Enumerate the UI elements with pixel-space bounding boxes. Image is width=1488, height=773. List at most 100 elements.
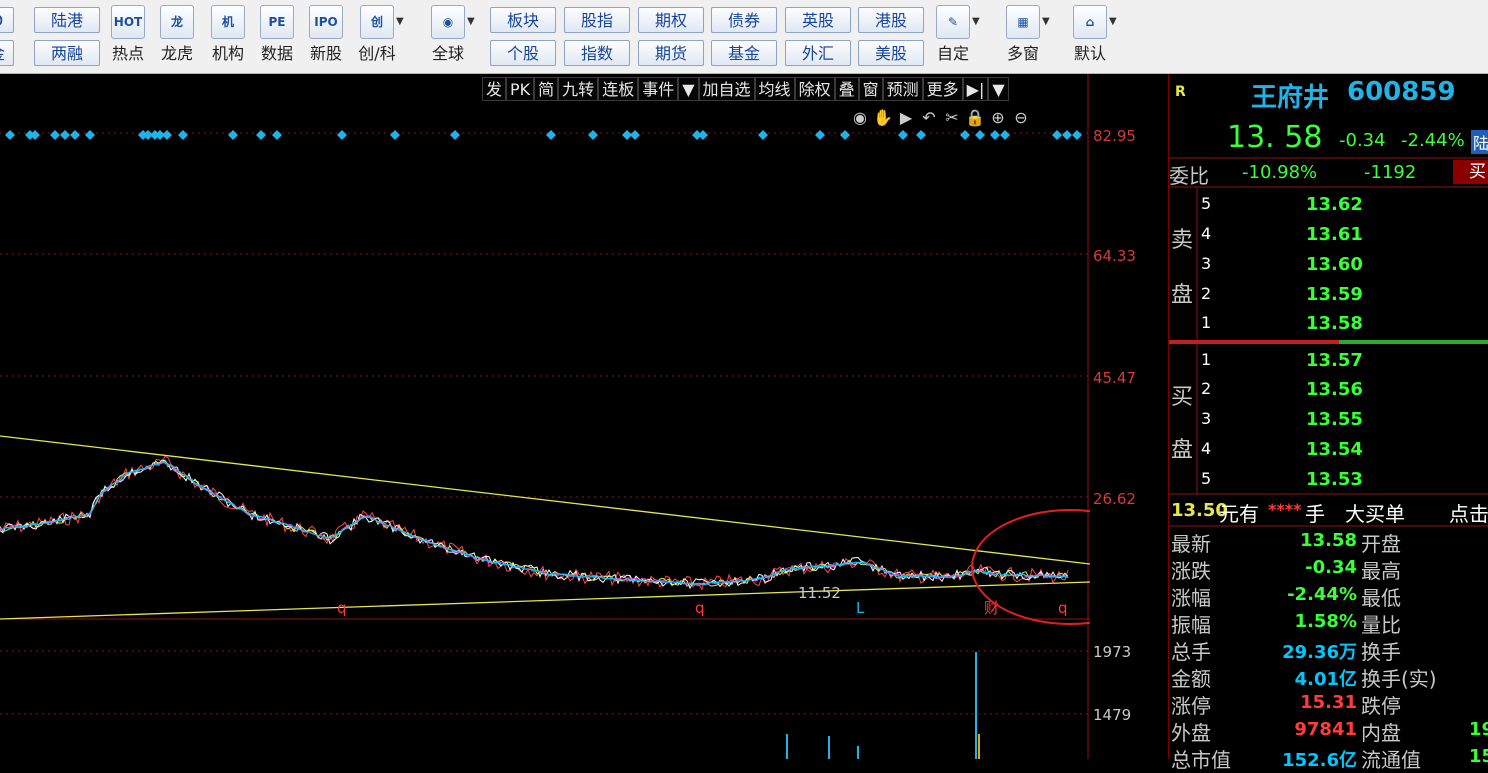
chart-marker-1[interactable]: q <box>695 599 705 617</box>
toolbar-btn2-5[interactable]: 基金 <box>711 40 777 66</box>
event-marker-icon[interactable] <box>272 130 282 140</box>
toolbar-btn-6[interactable]: 英股 <box>785 7 851 33</box>
chart-marker-2[interactable]: L <box>856 599 865 617</box>
chart-func-0[interactable]: 发 <box>482 77 507 101</box>
event-marker-icon[interactable] <box>898 130 908 140</box>
chart-func-4[interactable]: 连板 <box>598 77 639 101</box>
event-marker-icon[interactable] <box>960 130 970 140</box>
event-marker-icon[interactable] <box>546 130 556 140</box>
event-marker-icon[interactable] <box>5 130 15 140</box>
dropdown-caret-icon[interactable]: ▼ <box>1042 16 1050 27</box>
event-marker-icon[interactable] <box>178 130 188 140</box>
toolbar-btn2-3[interactable]: 指数 <box>564 40 630 66</box>
volume-bar[interactable] <box>857 746 859 759</box>
dropdown-caret-icon[interactable]: ▼ <box>972 16 980 27</box>
pe-data-button[interactable]: PE 数据 <box>254 0 300 70</box>
chart-func-9[interactable]: 除权 <box>794 77 835 101</box>
event-marker-icon[interactable] <box>758 130 768 140</box>
toolbar-btn-3[interactable]: 股指 <box>564 7 630 33</box>
toolbar-btn-2[interactable]: 板块 <box>490 7 556 33</box>
dropdown-caret-icon[interactable]: ▼ <box>467 16 475 27</box>
dragon-tiger-button[interactable]: 龙龙虎 <box>154 0 200 70</box>
event-marker-icon[interactable] <box>840 130 850 140</box>
lock-icon[interactable]: 🔒 <box>965 108 985 128</box>
toolbar-btn2-7[interactable]: 美股 <box>858 40 924 66</box>
chart-func-12[interactable]: 预测 <box>882 77 923 101</box>
hand-icon[interactable]: ✋ <box>873 108 893 128</box>
home-button[interactable]: ⌂ 默认 ▼ <box>1067 0 1117 70</box>
big-order-click[interactable]: 点击 <box>1449 498 1488 527</box>
toolbar-btn-5[interactable]: 债券 <box>711 7 777 33</box>
institution-button[interactable]: 机机构 <box>205 0 251 70</box>
chart-func-10[interactable]: 叠 <box>834 77 859 101</box>
globe-button[interactable]: ◉ 全球 ▼ <box>425 0 475 70</box>
dropdown-caret-icon[interactable]: ▼ <box>1109 16 1117 27</box>
event-marker-icon[interactable] <box>975 130 985 140</box>
chart-func-15[interactable]: ▼ <box>988 77 1009 101</box>
dropdown-caret-icon[interactable]: ▼ <box>396 16 404 27</box>
toolbar-btn-0[interactable]: D <box>0 7 14 33</box>
chart-func-14[interactable]: ▶| <box>962 77 989 101</box>
hot-button[interactable]: HOT 热点 <box>105 0 151 70</box>
trend-line-lower[interactable] <box>0 581 1091 620</box>
chart-marker-0[interactable]: q <box>337 599 347 617</box>
chart-func-5[interactable]: 事件 <box>638 77 679 101</box>
chart-marker-4[interactable]: q <box>1058 599 1068 617</box>
chart-func-8[interactable]: 均线 <box>754 77 795 101</box>
undo-icon[interactable]: ↶ <box>919 108 939 128</box>
event-marker-icon[interactable] <box>228 130 238 140</box>
event-marker-icon[interactable] <box>1062 130 1072 140</box>
ma10-line[interactable] <box>0 459 1069 587</box>
eye-icon[interactable]: ◉ <box>850 108 870 128</box>
event-marker-icon[interactable] <box>1000 130 1010 140</box>
chart-func-6[interactable]: ▼ <box>678 77 699 101</box>
ma60-line[interactable] <box>0 461 1069 586</box>
event-marker-icon[interactable] <box>1052 130 1062 140</box>
event-marker-icon[interactable] <box>990 130 1000 140</box>
toolbar-btn-4[interactable]: 期权 <box>638 7 704 33</box>
custom-button[interactable]: ✎ 自定 ▼ <box>930 0 980 70</box>
event-marker-icon[interactable] <box>337 130 347 140</box>
toolbar-btn2-6[interactable]: 外汇 <box>785 40 851 66</box>
event-marker-icon[interactable] <box>390 130 400 140</box>
chart-func-13[interactable]: 更多 <box>922 77 963 101</box>
kline-chart[interactable]: 11.52q q L 财 q <box>0 74 1169 762</box>
toolbar-btn2-0[interactable]: 金 <box>0 40 14 66</box>
multi-window-button[interactable]: ▦ 多窗 ▼ <box>1000 0 1050 70</box>
zoom-in-icon[interactable]: ⊕ <box>988 108 1008 128</box>
toolbar-btn2-1[interactable]: 两融 <box>34 40 100 66</box>
kline-chart-area[interactable]: 11.52 q q L 财 q <box>0 74 1169 762</box>
event-marker-icon[interactable] <box>85 130 95 140</box>
buy-tag[interactable]: 买 <box>1453 160 1488 184</box>
volume-bar[interactable] <box>978 734 980 759</box>
scissors-icon[interactable]: ✂ <box>942 108 962 128</box>
play-icon[interactable]: ▶ <box>896 108 916 128</box>
event-marker-icon[interactable] <box>50 130 60 140</box>
volume-bar[interactable] <box>975 652 977 759</box>
ma20-line[interactable] <box>0 460 1069 586</box>
event-marker-icon[interactable] <box>698 130 708 140</box>
event-marker-icon[interactable] <box>70 130 80 140</box>
event-marker-icon[interactable] <box>60 130 70 140</box>
toolbar-btn2-4[interactable]: 期货 <box>638 40 704 66</box>
event-marker-icon[interactable] <box>1072 130 1082 140</box>
volume-bar[interactable] <box>828 736 830 759</box>
chart-func-2[interactable]: 简 <box>534 77 559 101</box>
toolbar-btn2-2[interactable]: 个股 <box>490 40 556 66</box>
toolbar-btn-7[interactable]: 港股 <box>858 7 924 33</box>
event-marker-icon[interactable] <box>815 130 825 140</box>
chart-func-11[interactable]: 窗 <box>858 77 883 101</box>
volume-bar[interactable] <box>786 734 788 762</box>
event-marker-icon[interactable] <box>916 130 926 140</box>
ma5-line[interactable] <box>0 459 1069 590</box>
event-marker-icon[interactable] <box>630 130 640 140</box>
chart-func-1[interactable]: PK <box>506 77 535 101</box>
event-marker-icon[interactable] <box>450 130 460 140</box>
event-marker-icon[interactable] <box>588 130 598 140</box>
chuang-button[interactable]: 创创/科 ▼ <box>354 0 404 70</box>
toolbar-btn-1[interactable]: 陆港 <box>34 7 100 33</box>
trend-line-upper[interactable] <box>0 435 1091 565</box>
event-marker-icon[interactable] <box>162 130 172 140</box>
event-marker-icon[interactable] <box>256 130 266 140</box>
zoom-out-icon[interactable]: ⊖ <box>1011 108 1031 128</box>
